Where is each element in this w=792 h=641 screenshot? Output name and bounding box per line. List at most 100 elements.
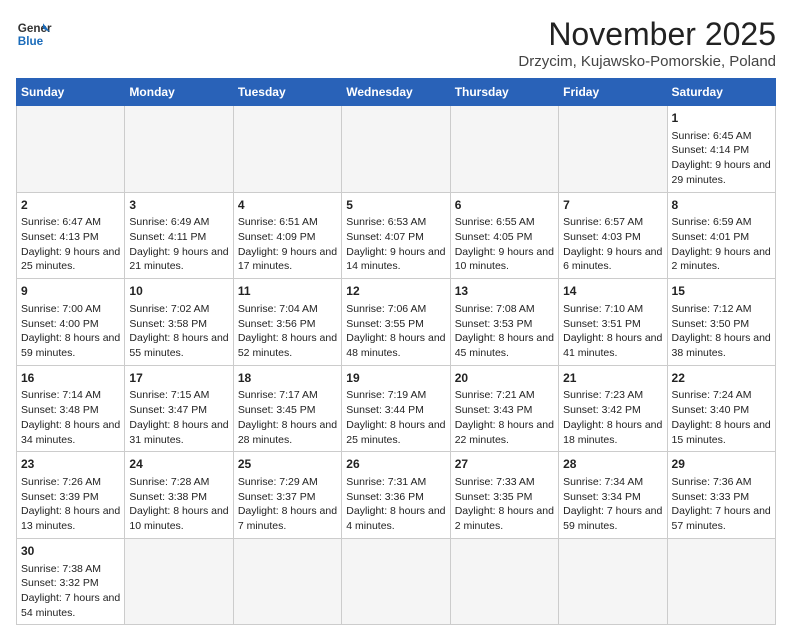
day-header-saturday: Saturday [667, 79, 775, 106]
day-number: 8 [672, 197, 771, 214]
calendar-empty [125, 106, 233, 193]
day-number: 4 [238, 197, 337, 214]
day-number: 20 [455, 370, 554, 387]
calendar-day-27: 27 Sunrise: 7:33 AM Sunset: 3:35 PM Dayli… [450, 452, 558, 539]
calendar-day-12: 12 Sunrise: 7:06 AM Sunset: 3:55 PM Dayli… [342, 279, 450, 366]
month-title: November 2025 [518, 16, 776, 53]
day-info: Sunrise: 7:26 AM Sunset: 3:39 PM Dayligh… [21, 475, 120, 534]
day-header-thursday: Thursday [450, 79, 558, 106]
day-header-friday: Friday [559, 79, 667, 106]
day-number: 12 [346, 283, 445, 300]
day-info: Sunrise: 7:15 AM Sunset: 3:47 PM Dayligh… [129, 388, 228, 447]
calendar-empty [342, 106, 450, 193]
calendar-day-1: 1Sunrise: 6:45 AM Sunset: 4:14 PM Daylig… [667, 106, 775, 193]
day-header-tuesday: Tuesday [233, 79, 341, 106]
day-info: Sunrise: 7:17 AM Sunset: 3:45 PM Dayligh… [238, 388, 337, 447]
day-number: 2 [21, 197, 120, 214]
calendar-empty [450, 106, 558, 193]
day-info: Sunrise: 7:00 AM Sunset: 4:00 PM Dayligh… [21, 302, 120, 361]
calendar-day-19: 19Sunrise: 7:19 AM Sunset: 3:44 PM Dayli… [342, 365, 450, 452]
day-info: Sunrise: 6:47 AM Sunset: 4:13 PM Dayligh… [21, 215, 120, 274]
calendar-day-4: 4Sunrise: 6:51 AM Sunset: 4:09 PM Daylig… [233, 192, 341, 279]
day-info: Sunrise: 6:53 AM Sunset: 4:07 PM Dayligh… [346, 215, 445, 274]
calendar-day-14: 14 Sunrise: 7:10 AM Sunset: 3:51 PM Dayli… [559, 279, 667, 366]
day-info: Sunrise: 7:10 AM Sunset: 3:51 PM Dayligh… [563, 302, 662, 361]
calendar-day-20: 20Sunrise: 7:21 AM Sunset: 3:43 PM Dayli… [450, 365, 558, 452]
calendar-header: SundayMondayTuesdayWednesdayThursdayFrid… [17, 79, 776, 106]
calendar-table: SundayMondayTuesdayWednesdayThursdayFrid… [16, 78, 776, 625]
day-number: 27 [455, 456, 554, 473]
calendar-day-22: 22Sunrise: 7:24 AM Sunset: 3:40 PM Dayli… [667, 365, 775, 452]
day-number: 6 [455, 197, 554, 214]
day-info: Sunrise: 7:21 AM Sunset: 3:43 PM Dayligh… [455, 388, 554, 447]
day-info: Sunrise: 6:49 AM Sunset: 4:11 PM Dayligh… [129, 215, 228, 274]
day-number: 17 [129, 370, 228, 387]
calendar-empty [233, 106, 341, 193]
calendar-day-29: 29 Sunrise: 7:36 AM Sunset: 3:33 PM Dayli… [667, 452, 775, 539]
day-number: 10 [129, 283, 228, 300]
day-info: Sunrise: 7:08 AM Sunset: 3:53 PM Dayligh… [455, 302, 554, 361]
svg-text:Blue: Blue [18, 35, 44, 48]
calendar-day-28: 28Sunrise: 7:34 AM Sunset: 3:34 PM Dayli… [559, 452, 667, 539]
day-header-monday: Monday [125, 79, 233, 106]
day-number: 16 [21, 370, 120, 387]
day-header-sunday: Sunday [17, 79, 125, 106]
day-number: 15 [672, 283, 771, 300]
calendar-day-11: 11 Sunrise: 7:04 AM Sunset: 3:56 PM Dayli… [233, 279, 341, 366]
calendar-day-18: 18Sunrise: 7:17 AM Sunset: 3:45 PM Dayli… [233, 365, 341, 452]
calendar-day-13: 13Sunrise: 7:08 AM Sunset: 3:53 PM Dayli… [450, 279, 558, 366]
day-info: Sunrise: 7:02 AM Sunset: 3:58 PM Dayligh… [129, 302, 228, 361]
day-info: Sunrise: 7:04 AM Sunset: 3:56 PM Dayligh… [238, 302, 337, 361]
logo-icon: General Blue [16, 16, 52, 52]
day-number: 23 [21, 456, 120, 473]
day-info: Sunrise: 7:36 AM Sunset: 3:33 PM Dayligh… [672, 475, 771, 534]
day-info: Sunrise: 6:45 AM Sunset: 4:14 PM Dayligh… [672, 129, 771, 188]
calendar-empty [559, 106, 667, 193]
title-section: November 2025 Drzycim, Kujawsko-Pomorski… [518, 16, 776, 70]
day-info: Sunrise: 7:31 AM Sunset: 3:36 PM Dayligh… [346, 475, 445, 534]
day-number: 25 [238, 456, 337, 473]
day-info: Sunrise: 6:57 AM Sunset: 4:03 PM Dayligh… [563, 215, 662, 274]
calendar-day-3: 3Sunrise: 6:49 AM Sunset: 4:11 PM Daylig… [125, 192, 233, 279]
day-number: 21 [563, 370, 662, 387]
day-number: 9 [21, 283, 120, 300]
days-row: SundayMondayTuesdayWednesdayThursdayFrid… [17, 79, 776, 106]
location-title: Drzycim, Kujawsko-Pomorskie, Poland [518, 53, 776, 70]
day-number: 7 [563, 197, 662, 214]
calendar-day-5: 5Sunrise: 6:53 AM Sunset: 4:07 PM Daylig… [342, 192, 450, 279]
day-number: 14 [563, 283, 662, 300]
day-number: 30 [21, 543, 120, 560]
calendar-day-2: 2Sunrise: 6:47 AM Sunset: 4:13 PM Daylig… [17, 192, 125, 279]
calendar-day-23: 23 Sunrise: 7:26 AM Sunset: 3:39 PM Dayli… [17, 452, 125, 539]
day-info: Sunrise: 7:33 AM Sunset: 3:35 PM Dayligh… [455, 475, 554, 534]
day-info: Sunrise: 7:34 AM Sunset: 3:34 PM Dayligh… [563, 475, 662, 534]
calendar-day-16: 16Sunrise: 7:14 AM Sunset: 3:48 PM Dayli… [17, 365, 125, 452]
day-number: 22 [672, 370, 771, 387]
day-info: Sunrise: 7:14 AM Sunset: 3:48 PM Dayligh… [21, 388, 120, 447]
calendar-body: 1Sunrise: 6:45 AM Sunset: 4:14 PM Daylig… [17, 106, 776, 625]
day-number: 18 [238, 370, 337, 387]
day-info: Sunrise: 7:12 AM Sunset: 3:50 PM Dayligh… [672, 302, 771, 361]
day-info: Sunrise: 7:29 AM Sunset: 3:37 PM Dayligh… [238, 475, 337, 534]
day-number: 29 [672, 456, 771, 473]
day-number: 5 [346, 197, 445, 214]
calendar-day-8: 8Sunrise: 6:59 AM Sunset: 4:01 PM Daylig… [667, 192, 775, 279]
day-info: Sunrise: 6:55 AM Sunset: 4:05 PM Dayligh… [455, 215, 554, 274]
day-info: Sunrise: 7:19 AM Sunset: 3:44 PM Dayligh… [346, 388, 445, 447]
calendar-day-24: 24Sunrise: 7:28 AM Sunset: 3:38 PM Dayli… [125, 452, 233, 539]
calendar-day-9: 9 Sunrise: 7:00 AM Sunset: 4:00 PM Daylig… [17, 279, 125, 366]
day-info: Sunrise: 6:59 AM Sunset: 4:01 PM Dayligh… [672, 215, 771, 274]
day-number: 11 [238, 283, 337, 300]
day-number: 19 [346, 370, 445, 387]
calendar-day-17: 17Sunrise: 7:15 AM Sunset: 3:47 PM Dayli… [125, 365, 233, 452]
calendar-day-15: 15 Sunrise: 7:12 AM Sunset: 3:50 PM Dayli… [667, 279, 775, 366]
day-info: Sunrise: 6:51 AM Sunset: 4:09 PM Dayligh… [238, 215, 337, 274]
calendar-day-10: 10 Sunrise: 7:02 AM Sunset: 3:58 PM Dayli… [125, 279, 233, 366]
calendar-day-25: 25 Sunrise: 7:29 AM Sunset: 3:37 PM Dayli… [233, 452, 341, 539]
day-number: 26 [346, 456, 445, 473]
page-header: General Blue November 2025 Drzycim, Kuja… [16, 16, 776, 70]
day-info: Sunrise: 7:06 AM Sunset: 3:55 PM Dayligh… [346, 302, 445, 361]
day-info: Sunrise: 7:38 AM Sunset: 3:32 PM Dayligh… [21, 562, 120, 621]
day-number: 3 [129, 197, 228, 214]
day-info: Sunrise: 7:23 AM Sunset: 3:42 PM Dayligh… [563, 388, 662, 447]
